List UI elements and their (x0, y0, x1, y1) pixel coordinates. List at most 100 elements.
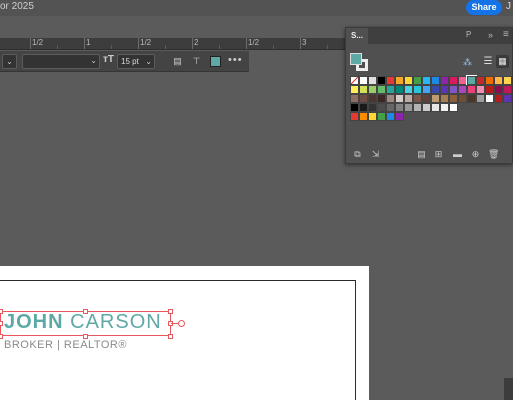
color-swatch[interactable] (359, 103, 368, 112)
color-swatch[interactable] (494, 85, 503, 94)
color-swatch[interactable] (386, 94, 395, 103)
color-swatch[interactable] (466, 75, 477, 86)
color-swatch[interactable] (413, 94, 422, 103)
color-swatch[interactable] (377, 76, 386, 85)
color-swatch[interactable] (395, 112, 404, 121)
color-swatch[interactable] (449, 76, 458, 85)
paragraph-align-icon[interactable]: ▤ (171, 55, 184, 68)
resize-handle-bottom-right[interactable] (168, 334, 173, 339)
color-swatch[interactable] (386, 103, 395, 112)
color-swatch[interactable] (440, 103, 449, 112)
list-view-icon[interactable]: ☰ (482, 55, 494, 68)
color-swatch[interactable] (494, 76, 503, 85)
tab-swatches[interactable]: S... (346, 28, 368, 44)
color-swatch[interactable] (377, 103, 386, 112)
color-swatch[interactable] (404, 76, 413, 85)
resize-handle-left[interactable] (0, 321, 3, 326)
grid-view-icon[interactable]: ▦ (496, 55, 509, 68)
color-swatch[interactable] (386, 85, 395, 94)
new-color-group-icon[interactable]: ▬ (452, 149, 463, 160)
color-swatch[interactable] (458, 94, 467, 103)
tab-other[interactable]: P (466, 30, 471, 39)
color-swatch[interactable] (422, 103, 431, 112)
font-style-dropdown[interactable]: ⌄ (22, 54, 100, 69)
collapse-icon[interactable]: » (488, 30, 493, 40)
color-swatch[interactable] (377, 94, 386, 103)
color-swatch[interactable] (458, 85, 467, 94)
color-swatch[interactable] (431, 94, 440, 103)
color-swatch[interactable] (368, 103, 377, 112)
color-swatch[interactable] (422, 76, 431, 85)
swatch-options-icon[interactable]: ⊞ (433, 149, 444, 160)
color-swatch[interactable] (359, 85, 368, 94)
color-swatch[interactable] (404, 103, 413, 112)
color-swatch[interactable] (350, 94, 359, 103)
type-options-icon[interactable]: ⊤ (190, 55, 203, 68)
role-text-object[interactable]: BROKER | REALTOR® (4, 339, 127, 351)
color-swatch[interactable] (431, 85, 440, 94)
color-swatch[interactable] (467, 94, 476, 103)
new-swatch-icon[interactable]: ⊕ (470, 149, 481, 160)
color-swatch[interactable] (458, 76, 467, 85)
color-swatch[interactable] (377, 112, 386, 121)
color-swatch[interactable] (503, 94, 512, 103)
resize-handle-bottom-left[interactable] (0, 334, 3, 339)
resize-handle-bottom[interactable] (83, 334, 88, 339)
color-swatch[interactable] (422, 94, 431, 103)
delete-swatch-icon[interactable]: 🗑 (488, 149, 499, 160)
panel-menu-icon[interactable]: ≡ (503, 29, 509, 40)
color-swatch[interactable] (377, 85, 386, 94)
color-swatch[interactable] (386, 76, 395, 85)
color-swatch[interactable] (494, 94, 503, 103)
fill-color-swatch[interactable] (210, 56, 221, 67)
color-swatch[interactable] (395, 103, 404, 112)
color-swatch[interactable] (476, 85, 485, 94)
color-swatch[interactable] (449, 94, 458, 103)
color-swatch[interactable] (440, 94, 449, 103)
color-swatch[interactable] (476, 94, 485, 103)
more-options-button[interactable]: ••• (228, 54, 243, 66)
swatch-none[interactable] (350, 76, 359, 85)
font-size-field[interactable]: 15 pt ⌄ (117, 54, 155, 69)
color-swatch[interactable] (368, 94, 377, 103)
color-swatch[interactable] (395, 85, 404, 94)
fill-stroke-indicator[interactable] (350, 53, 370, 73)
color-swatch[interactable] (404, 94, 413, 103)
color-swatch[interactable] (395, 76, 404, 85)
color-swatch[interactable] (431, 103, 440, 112)
color-swatch[interactable] (359, 94, 368, 103)
color-swatch[interactable] (422, 85, 431, 94)
color-swatch[interactable] (368, 76, 377, 85)
color-swatch[interactable] (368, 85, 377, 94)
color-swatch[interactable] (503, 76, 512, 85)
horizontal-ruler[interactable]: 1/2 1 1/2 2 1/2 3 (0, 38, 346, 50)
color-swatch[interactable] (350, 103, 359, 112)
font-family-dropdown[interactable]: ⌄ (2, 54, 17, 69)
color-swatch[interactable] (431, 76, 440, 85)
resize-handle-top-left[interactable] (0, 309, 3, 314)
resize-handle-top-right[interactable] (168, 309, 173, 314)
color-swatch[interactable] (395, 94, 404, 103)
color-swatch[interactable] (485, 94, 494, 103)
rotate-handle[interactable] (178, 320, 185, 327)
color-swatch[interactable] (386, 112, 395, 121)
place-swatches-icon[interactable]: ⇲ (370, 149, 381, 160)
color-swatch[interactable] (404, 85, 413, 94)
color-swatch[interactable] (359, 112, 368, 121)
color-swatch[interactable] (449, 103, 458, 112)
color-swatch[interactable] (413, 76, 422, 85)
color-swatch[interactable] (350, 85, 359, 94)
color-swatch[interactable] (449, 85, 458, 94)
color-swatch[interactable] (467, 85, 476, 94)
color-swatch[interactable] (359, 76, 368, 85)
color-swatch[interactable] (440, 85, 449, 94)
color-swatch[interactable] (476, 76, 485, 85)
swatch-kinds-icon[interactable]: ⁂ (462, 57, 473, 68)
color-swatch[interactable] (440, 76, 449, 85)
color-swatch[interactable] (413, 103, 422, 112)
color-swatch[interactable] (503, 85, 512, 94)
color-swatch[interactable] (413, 85, 422, 94)
swatch-library-icon[interactable]: ⧉ (352, 149, 363, 160)
color-swatch[interactable] (485, 76, 494, 85)
resize-handle-top[interactable] (83, 309, 88, 314)
